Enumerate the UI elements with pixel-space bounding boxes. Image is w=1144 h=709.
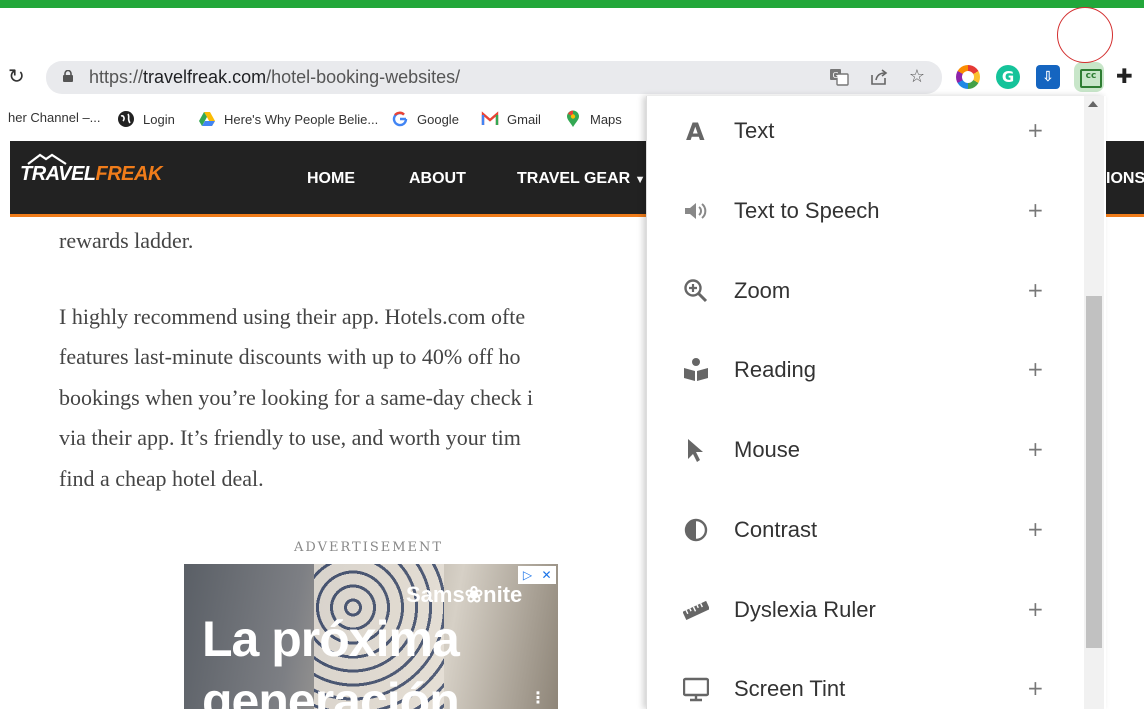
bookmark-item[interactable]: Google [391,110,459,128]
share-icon[interactable] [868,66,890,88]
panel-item-zoom[interactable]: Zoom + [647,258,1087,322]
expand-icon[interactable]: + [1027,278,1044,302]
panel-item-label: Reading [734,357,816,382]
bookmark-label: Maps [590,111,622,127]
captions-icon[interactable] [1074,62,1104,92]
ad-headline: La próxima [202,611,460,667]
advertisement-label: ADVERTISEMENT [294,540,444,555]
speaker-icon [685,203,707,219]
close-icon[interactable]: ✕ [537,566,556,584]
ad-choices[interactable]: ▷ ✕ [518,566,556,584]
cursor-icon [688,439,703,462]
article-line: I highly recommend using their app. Hote… [59,304,526,329]
scrollbar-thumb[interactable] [1086,296,1102,648]
bookmark-item[interactable]: Gmail [481,110,541,128]
bookmark-label: Login [143,111,175,127]
lock-icon[interactable] [62,70,74,82]
google-drive-icon [199,112,215,126]
expand-icon[interactable]: + [1027,517,1044,541]
site-logo[interactable]: TRAVELFREAK [20,163,162,186]
ad-headline: generación [202,673,460,709]
contrast-icon [684,518,708,542]
panel-item-label: Text [734,118,775,143]
ad-brand: Sams❀nite [406,582,523,607]
panel-item-reading[interactable]: Reading + [647,337,1087,401]
article-line: via their app. It’s friendly to use, and… [59,425,521,450]
monitor-icon [683,677,709,702]
reading-icon [684,358,708,381]
article-line: features last-minute discounts with up t… [59,344,521,369]
bookmark-star-icon[interactable]: ☆ [906,66,928,88]
scroll-up-icon[interactable] [1088,101,1098,107]
color-wheel-icon[interactable] [956,65,980,89]
svg-text:G: G [833,71,839,80]
text-icon: A [686,118,705,144]
panel-item-contrast[interactable]: Contrast + [647,497,1087,561]
panel-item-label: Screen Tint [734,676,846,701]
puzzle-icon[interactable]: ✚ [1116,64,1133,88]
expand-icon[interactable]: + [1027,437,1044,461]
panel-item-text[interactable]: A Text + [647,98,1087,162]
zoom-in-icon [684,279,708,303]
reload-icon[interactable]: ↻ [8,64,30,90]
bookmark-label: Gmail [507,111,541,127]
globe-icon [118,111,134,127]
svg-text:A: A [686,118,705,144]
expand-icon[interactable]: + [1027,597,1044,621]
panel-item-label: Contrast [734,517,818,542]
bookmark-item[interactable]: her Channel –... [8,110,101,125]
save-icon[interactable]: ⇩ [1036,65,1060,89]
bookmark-item[interactable]: Here's Why People Belie... [198,110,378,128]
nav-about[interactable]: ABOUT [409,170,466,188]
advertisement-banner[interactable]: ▷ ✕ Sams❀nite La próxima generación ⋮ [184,564,558,709]
panel-item-label: Dyslexia Ruler [734,597,876,622]
panel-item-text-to-speech[interactable]: Text to Speech + [647,178,1087,242]
top-accent-bar [0,0,1144,8]
gmail-icon [481,111,499,125]
article-line: find a cheap hotel deal. [59,466,264,491]
expand-icon[interactable]: + [1027,357,1044,381]
article-line: rewards ladder. [59,228,194,253]
nav-travel-gear[interactable]: TRAVEL GEAR ▼ [517,170,646,188]
more-icon[interactable]: ⋮ [530,688,546,707]
panel-item-dyslexia-ruler[interactable]: Dyslexia Ruler + [647,577,1087,641]
panel-item-screen-tint[interactable]: Screen Tint + [647,656,1087,709]
nav-home[interactable]: HOME [307,170,355,188]
grammarly-icon[interactable]: G [996,65,1020,89]
expand-icon[interactable]: + [1027,198,1044,222]
panel-item-mouse[interactable]: Mouse + [647,417,1087,481]
bookmark-item[interactable]: Login [117,110,175,128]
bookmark-label: Here's Why People Belie... [224,111,379,127]
expand-icon[interactable]: + [1027,676,1044,700]
bookmarks-bar: her Channel –... Login Here's Why People… [0,104,650,136]
nav-item-cut[interactable]: IONS [1106,170,1144,188]
bookmark-label: Google [417,111,459,127]
maps-icon [567,110,579,127]
bookmark-item[interactable]: Maps [564,110,622,128]
panel-item-label: Mouse [734,437,801,462]
google-icon [392,111,408,127]
expand-icon[interactable]: + [1027,118,1044,142]
ruler-icon [683,600,709,621]
panel-item-label: Zoom [734,278,791,303]
translate-icon[interactable]: G [828,66,850,88]
bookmark-label: her Channel –... [8,110,101,125]
chevron-down-icon: ▼ [634,174,646,186]
panel-item-label: Text to Speech [734,198,880,223]
article-line: bookings when you’re looking for a same-… [59,385,534,410]
accessibility-panel: A Text + Text to Speech + Zoom + Reading… [646,96,1106,709]
address-url[interactable]: https://travelfreak.com/hotel-booking-we… [89,67,460,88]
highlight-annotation [1057,7,1113,63]
